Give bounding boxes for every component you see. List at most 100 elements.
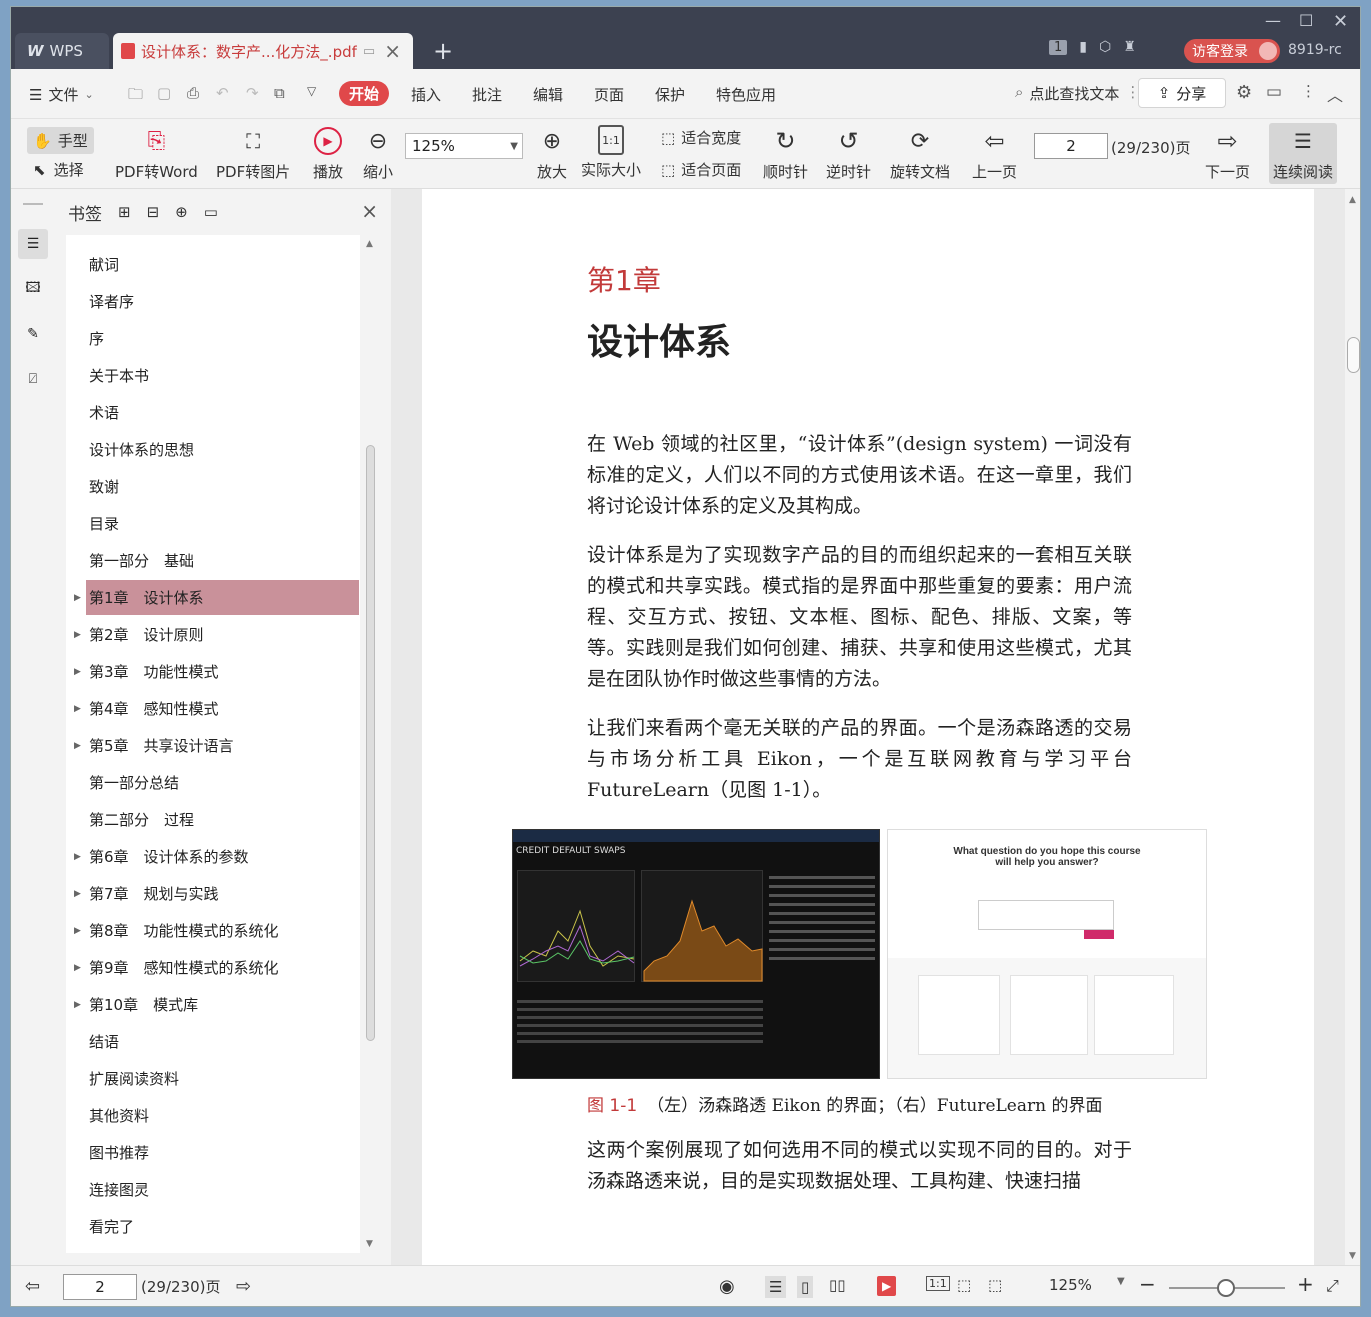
zoom-slider-knob[interactable] <box>1217 1279 1235 1297</box>
expand-arrow-icon[interactable]: ▶ <box>74 852 81 862</box>
status-prev-page-icon[interactable]: ⇦ <box>25 1276 40 1297</box>
fit-page-button[interactable]: ⬚ 适合页面 <box>661 159 741 180</box>
bookmark-item[interactable]: 第二部分 过程 <box>86 802 359 837</box>
bookmark-item[interactable]: 译者序 <box>86 284 359 319</box>
search-text-button[interactable]: ⌕ 点此查找文本 ⋮ <box>1015 83 1140 104</box>
bookmark-item[interactable]: ▶ 第2章 设计原则 <box>74 617 359 652</box>
redo-icon[interactable]: ↷ <box>246 84 259 102</box>
bookmark-item[interactable]: 图书推荐 <box>86 1135 359 1170</box>
bookmark-item[interactable]: ▶ 第5章 共享设计语言 <box>74 728 359 763</box>
status-zoom-value[interactable]: 125% <box>1049 1276 1092 1294</box>
close-window-button[interactable]: ✕ <box>1333 11 1348 32</box>
two-page-icon[interactable]: ▯▯ <box>829 1276 846 1294</box>
bookmark-item[interactable]: ▶ 第9章 感知性模式的系统化 <box>74 950 359 985</box>
play-button[interactable]: ▶ 播放 <box>311 125 345 182</box>
rotate-clockwise-button[interactable]: ↻ 顺时针 <box>763 125 808 182</box>
undo-icon[interactable]: ↶ <box>216 84 229 102</box>
document-scrollbar-thumb[interactable] <box>1347 337 1360 373</box>
tab-page[interactable]: 页面 <box>594 84 624 105</box>
expand-all-icon[interactable]: ⊞ <box>118 203 131 221</box>
close-tab-icon[interactable]: × <box>384 39 401 63</box>
document-scrollbar[interactable]: ▲ ▼ <box>1345 189 1360 1265</box>
bookmark-item[interactable]: 结语 <box>86 1024 359 1059</box>
bookmark-item[interactable]: ▶ 第1章 设计体系 <box>74 580 359 615</box>
expand-arrow-icon[interactable]: ▶ <box>74 630 81 640</box>
collapse-ribbon-icon[interactable]: ︿ <box>1327 82 1343 106</box>
scroll-down-icon[interactable]: ▼ <box>366 1239 373 1249</box>
maximize-button[interactable]: ☐ <box>1299 11 1313 30</box>
scroll-up-icon[interactable]: ▲ <box>1349 195 1356 205</box>
tab-start[interactable]: 开始 <box>339 81 390 106</box>
zoom-out-icon[interactable]: − <box>1139 1272 1156 1296</box>
bookmark-item[interactable]: 看完了 <box>86 1209 359 1244</box>
collapse-all-icon[interactable]: ⊟ <box>147 203 160 221</box>
expand-arrow-icon[interactable]: ▶ <box>74 704 81 714</box>
export-icon[interactable]: ⧉ <box>274 84 285 102</box>
guest-login-button[interactable]: 访客登录 <box>1184 39 1280 63</box>
actual-size-icon[interactable]: 1:1 <box>926 1276 950 1291</box>
rotate-document-button[interactable]: ⟳ 旋转文档 <box>890 125 950 182</box>
prev-page-button[interactable]: ⇦ 上一页 <box>972 125 1017 182</box>
expand-arrow-icon[interactable]: ▶ <box>74 593 81 603</box>
fit-width-button[interactable]: ⬚ 适合宽度 <box>661 127 741 148</box>
expand-arrow-icon[interactable]: ▶ <box>74 963 81 973</box>
rotate-counterclockwise-button[interactable]: ↺ 逆时针 <box>826 125 871 182</box>
bookmark-item[interactable]: 目录 <box>86 506 359 541</box>
expand-arrow-icon[interactable]: ▶ <box>74 889 81 899</box>
bookmark-item[interactable]: 关于本书 <box>86 358 359 393</box>
fullscreen-icon[interactable]: ⤢ <box>1326 1276 1339 1296</box>
actual-size-button[interactable]: 1:1 实际大小 <box>581 125 641 180</box>
scroll-down-icon[interactable]: ▼ <box>1349 1251 1356 1261</box>
new-tab-button[interactable]: + <box>433 37 453 65</box>
play-slideshow-icon[interactable]: ▶ <box>877 1276 897 1296</box>
bookmark-item[interactable]: ▶ 第3章 功能性模式 <box>74 654 359 689</box>
print-icon[interactable]: ⎙ <box>187 84 199 102</box>
save-icon[interactable]: ▢ <box>157 84 171 102</box>
zoom-dropdown-icon[interactable]: ▼ <box>1117 1276 1125 1287</box>
scroll-up-icon[interactable]: ▲ <box>366 239 373 249</box>
pdf-to-word-button[interactable]: ⎘ PDF转Word <box>115 125 198 182</box>
bookmark-item[interactable]: ▶ 第4章 感知性模式 <box>74 691 359 726</box>
tab-special[interactable]: 特色应用 <box>716 84 776 105</box>
single-page-scroll-icon[interactable]: ☰ <box>765 1276 787 1298</box>
select-tool-button[interactable]: ⬉ 选择 <box>33 159 84 180</box>
monitor-icon[interactable]: ▭ <box>363 44 375 59</box>
bookmark-item[interactable]: ▶ 第7章 规划与实践 <box>74 876 359 911</box>
bookmark-item[interactable]: 献词 <box>86 247 359 282</box>
add-bookmark-icon[interactable]: ⊕ <box>175 203 188 221</box>
zoom-slider[interactable] <box>1169 1279 1285 1297</box>
bookmark-item[interactable]: ▶ 第8章 功能性模式的系统化 <box>74 913 359 948</box>
thumbnail-panel-icon[interactable]: 🖾 <box>18 274 48 304</box>
open-folder-icon[interactable]: 🗀 <box>128 84 143 109</box>
zoom-in-icon[interactable]: + <box>1297 1272 1314 1296</box>
single-page-icon[interactable]: ▯ <box>797 1276 814 1298</box>
continuous-read-button[interactable]: ☰ 连续阅读 <box>1269 123 1338 184</box>
bookmark-item[interactable]: 连接图灵 <box>86 1172 359 1207</box>
signature-panel-icon[interactable]: ⍁ <box>18 364 48 394</box>
close-panel-icon[interactable]: × <box>361 199 378 223</box>
bookmark-item[interactable]: 其他资料 <box>86 1098 359 1133</box>
annotation-panel-icon[interactable]: ✎ <box>18 319 48 349</box>
tab-annotate[interactable]: 批注 <box>472 84 502 105</box>
bookmark-item[interactable]: 第一部分总结 <box>86 765 359 800</box>
bookmark-options-icon[interactable]: ▭ <box>204 203 218 221</box>
drag-handle[interactable] <box>23 203 43 205</box>
window-count-badge[interactable]: 1 <box>1049 39 1068 55</box>
tab-insert[interactable]: 插入 <box>411 84 441 105</box>
zoom-in-button[interactable]: ⊕ 放大 <box>535 125 569 182</box>
tab-wps-home[interactable]: W WPS <box>15 33 109 69</box>
bookmark-item[interactable]: ▶ 第6章 设计体系的参数 <box>74 839 359 874</box>
bookmark-item[interactable]: 扩展阅读资料 <box>86 1061 359 1096</box>
status-page-input[interactable]: 2 <box>63 1274 137 1300</box>
bookmark-item[interactable]: ▶ 第10章 模式库 <box>74 987 359 1022</box>
next-page-button[interactable]: ⇨ 下一页 <box>1205 125 1250 182</box>
zoom-select[interactable]: 125% ▼ <box>405 133 523 159</box>
bookmark-item[interactable]: 第一部分 基础 <box>86 543 359 578</box>
bookmark-panel-icon[interactable]: ☰ <box>18 229 48 259</box>
hand-tool-button[interactable]: ✋ 手型 <box>27 127 94 154</box>
scrollbar-thumb[interactable] <box>366 445 375 1041</box>
tab-edit[interactable]: 编辑 <box>533 84 563 105</box>
expand-arrow-icon[interactable]: ▶ <box>74 667 81 677</box>
page-number-input[interactable]: 2 <box>1034 133 1108 159</box>
tab-document[interactable]: 设计体系：数字产...化方法_.pdf ▭ × <box>113 33 413 69</box>
